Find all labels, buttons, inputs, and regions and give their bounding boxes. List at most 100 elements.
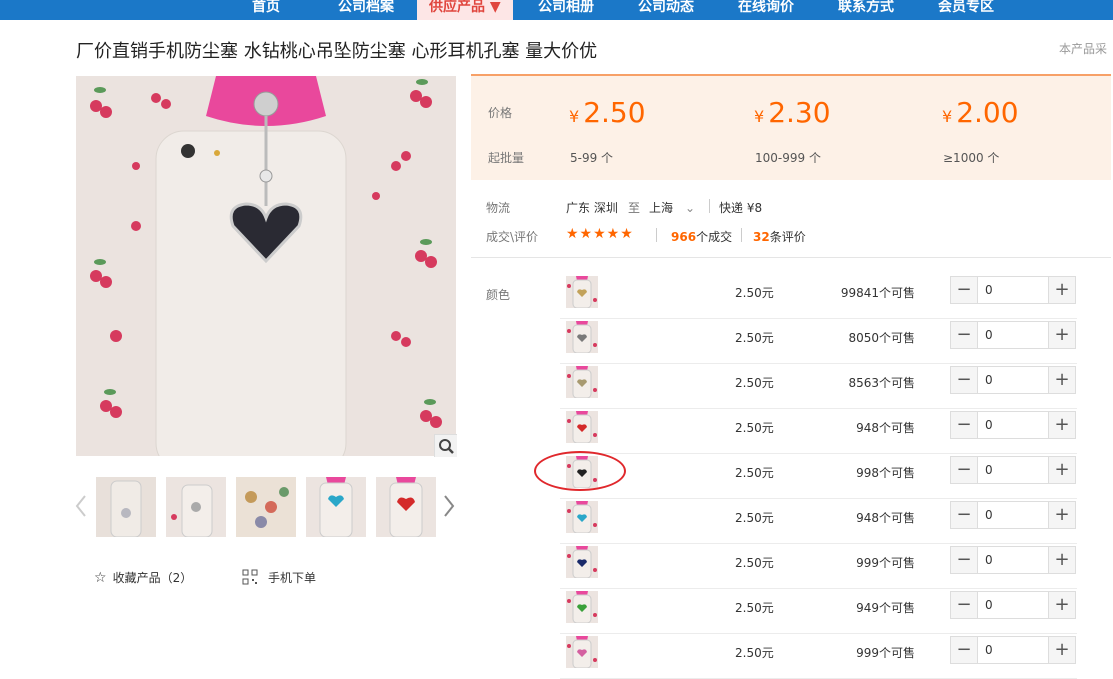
thumbnail-image: [166, 477, 226, 537]
decrement-button[interactable]: −: [951, 412, 978, 438]
sku-stock: 998个可售: [856, 466, 915, 480]
nav-item-inquiry[interactable]: 在线询价: [738, 0, 794, 20]
tier-price: ¥2.30: [754, 96, 831, 129]
quantity-stepper: −0 +: [950, 591, 1076, 619]
quantity-input[interactable]: 0: [985, 328, 993, 342]
increment-button[interactable]: +: [1048, 367, 1075, 393]
deals-link[interactable]: 966个成交: [671, 228, 732, 245]
increment-button[interactable]: +: [1048, 547, 1075, 573]
quantity-input[interactable]: 0: [985, 643, 993, 657]
sku-thumbnail[interactable]: [566, 366, 598, 398]
zoom-button[interactable]: [434, 434, 457, 457]
quantity-stepper: −0 +: [950, 321, 1076, 349]
increment-button[interactable]: +: [1048, 277, 1075, 303]
thumb-prev-button[interactable]: [74, 491, 88, 521]
increment-button[interactable]: +: [1048, 322, 1075, 348]
moq-label: 起批量: [488, 151, 525, 165]
nav-item-products[interactable]: 供应产品 ▼: [417, 0, 513, 20]
sku-thumbnail[interactable]: [566, 591, 598, 623]
tier-price-value: 2.00: [956, 96, 1019, 129]
thumbnail-image: [376, 477, 436, 537]
nav-item-album[interactable]: 公司相册: [538, 0, 594, 20]
sku-stock: 999个可售: [856, 556, 915, 570]
color-label: 颜色: [486, 288, 511, 302]
sku-price: 2.50元: [735, 331, 774, 345]
decrement-button[interactable]: −: [951, 457, 978, 483]
thumb-next-button[interactable]: [442, 491, 456, 521]
quantity-input[interactable]: 0: [985, 598, 993, 612]
thumbnail[interactable]: [96, 477, 156, 537]
quantity-input[interactable]: 0: [985, 508, 993, 522]
increment-button[interactable]: +: [1048, 637, 1075, 663]
sku-price: 2.50元: [735, 421, 774, 435]
divider: [741, 228, 742, 242]
quantity-stepper: −0 +: [950, 411, 1076, 439]
sku-price: 2.50元: [735, 646, 774, 660]
thumbnail[interactable]: [166, 477, 226, 537]
decrement-button[interactable]: −: [951, 277, 978, 303]
product-photo: [76, 76, 456, 456]
sku-row: 2.50元 999个可售 −0 +: [560, 544, 1077, 589]
mobile-order-button[interactable]: 手机下单: [242, 569, 316, 586]
favorite-label: 收藏产品（2）: [112, 571, 193, 585]
price-panel: 价格 起批量 ¥2.50 ¥2.30 ¥2.00 5-99 个 100-999 …: [471, 74, 1111, 180]
decrement-button[interactable]: −: [951, 322, 978, 348]
currency-symbol: ¥: [942, 107, 953, 126]
price-label: 价格: [488, 106, 513, 120]
quantity-input[interactable]: 0: [985, 463, 993, 477]
quantity-input[interactable]: 0: [985, 283, 993, 297]
quantity-input[interactable]: 0: [985, 373, 993, 387]
nav-item-members[interactable]: 会员专区: [938, 0, 994, 20]
sku-stock: 8050个可售: [848, 331, 915, 345]
thumbnail[interactable]: [306, 477, 366, 537]
thumbnail[interactable]: [376, 477, 436, 537]
reviews-link[interactable]: 32条评价: [753, 228, 806, 245]
nav-item-company-profile[interactable]: 公司档案: [338, 0, 394, 20]
sku-thumbnail-image: [566, 501, 598, 533]
decrement-button[interactable]: −: [951, 592, 978, 618]
sku-thumbnail[interactable]: [566, 636, 598, 668]
sku-thumbnail[interactable]: [566, 501, 598, 533]
favorite-button[interactable]: ☆ 收藏产品（2）: [94, 569, 192, 586]
decrement-button[interactable]: −: [951, 502, 978, 528]
currency-symbol: ¥: [569, 107, 580, 126]
decrement-button[interactable]: −: [951, 547, 978, 573]
increment-button[interactable]: +: [1048, 502, 1075, 528]
thumbnail-image: [236, 477, 296, 537]
sku-stock: 99841个可售: [840, 286, 915, 300]
quantity-input[interactable]: 0: [985, 418, 993, 432]
sku-thumbnail[interactable]: [566, 321, 598, 353]
logistics-label: 物流: [486, 201, 511, 215]
increment-button[interactable]: +: [1048, 592, 1075, 618]
nav-item-home[interactable]: 首页: [252, 0, 280, 20]
sku-thumbnail-image: [566, 411, 598, 443]
product-main-image[interactable]: [76, 76, 456, 456]
sku-stock: 948个可售: [856, 511, 915, 525]
decrement-button[interactable]: −: [951, 367, 978, 393]
destination-select[interactable]: 上海 ⌄: [649, 199, 695, 216]
decrement-button[interactable]: −: [951, 637, 978, 663]
chevron-left-icon: [75, 495, 86, 517]
sku-row: 2.50元 8050个可售 −0 +: [560, 319, 1077, 364]
sku-thumbnail-image: [566, 636, 598, 668]
quantity-stepper: −0 +: [950, 546, 1076, 574]
thumbnail-image: [96, 477, 156, 537]
nav-item-news[interactable]: 公司动态: [638, 0, 694, 20]
nav-item-contact[interactable]: 联系方式: [838, 0, 894, 20]
quantity-input[interactable]: 0: [985, 553, 993, 567]
sku-thumbnail-image: [566, 546, 598, 578]
thumbnail[interactable]: [236, 477, 296, 537]
sku-row: 2.50元 949个可售 −0 +: [560, 589, 1077, 634]
divider: [709, 199, 710, 213]
sku-thumbnail[interactable]: [566, 411, 598, 443]
thumbnail-image: [306, 477, 366, 537]
sku-thumbnail[interactable]: [566, 276, 598, 308]
sku-thumbnail[interactable]: [566, 546, 598, 578]
sku-stock: 949个可售: [856, 601, 915, 615]
increment-button[interactable]: +: [1048, 457, 1075, 483]
increment-button[interactable]: +: [1048, 412, 1075, 438]
sku-row: 2.50元 999个可售 −0 +: [560, 634, 1077, 679]
sku-price: 2.50元: [735, 376, 774, 390]
quantity-stepper: −0 +: [950, 276, 1076, 304]
ship-from: 广东 深圳: [566, 201, 618, 215]
